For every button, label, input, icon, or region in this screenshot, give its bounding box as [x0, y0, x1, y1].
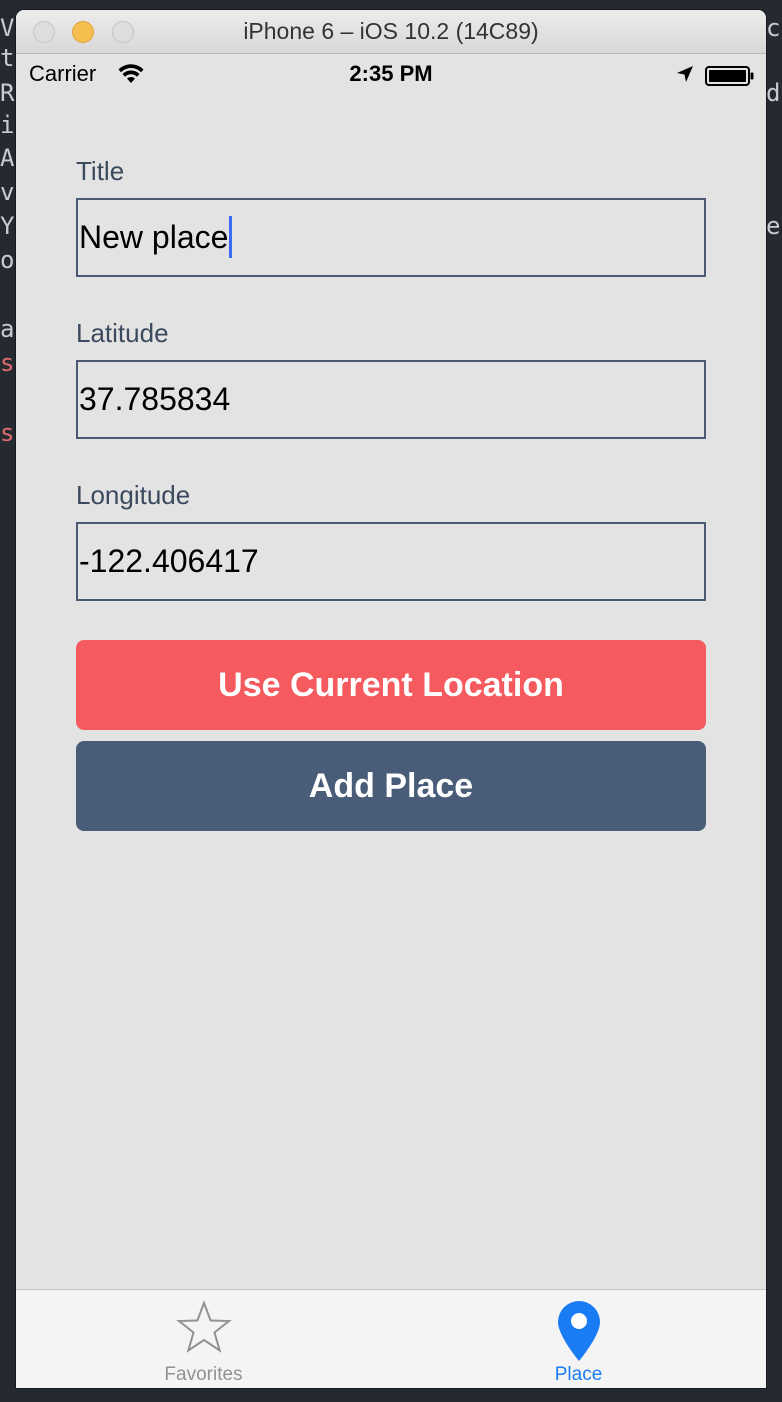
window-titlebar[interactable]: iPhone 6 – iOS 10.2 (14C89) — [16, 10, 766, 54]
tab-place[interactable]: Place — [391, 1290, 766, 1388]
tab-place-label: Place — [554, 1364, 603, 1385]
simulator-window: iPhone 6 – iOS 10.2 (14C89) Carrier 2:35… — [16, 10, 766, 1388]
status-time: 2:35 PM — [349, 61, 433, 86]
map-pin-icon — [557, 1301, 600, 1361]
star-icon — [175, 1300, 232, 1353]
latitude-label: Latitude — [76, 318, 169, 348]
text-cursor — [229, 215, 233, 258]
tab-favorites-label: Favorites — [164, 1364, 243, 1385]
latitude-input-value: 37.785834 — [79, 381, 231, 417]
longitude-input[interactable]: -122.406417 — [76, 522, 706, 601]
tab-bar: Favorites Place — [16, 1289, 766, 1388]
add-place-button[interactable]: Add Place — [76, 741, 706, 831]
longitude-input-value: -122.406417 — [79, 543, 259, 579]
title-input[interactable]: New place — [76, 198, 706, 277]
tab-favorites[interactable]: Favorites — [16, 1290, 391, 1388]
ios-status-bar: Carrier 2:35 PM — [16, 54, 766, 94]
battery-icon — [705, 66, 754, 86]
title-label: Title — [76, 156, 125, 186]
use-current-location-button[interactable]: Use Current Location — [76, 640, 706, 730]
title-input-value: New place — [79, 219, 229, 255]
window-title: iPhone 6 – iOS 10.2 (14C89) — [243, 18, 539, 44]
latitude-input[interactable]: 37.785834 — [76, 360, 706, 439]
longitude-label: Longitude — [76, 480, 191, 510]
location-arrow-icon — [677, 66, 693, 82]
